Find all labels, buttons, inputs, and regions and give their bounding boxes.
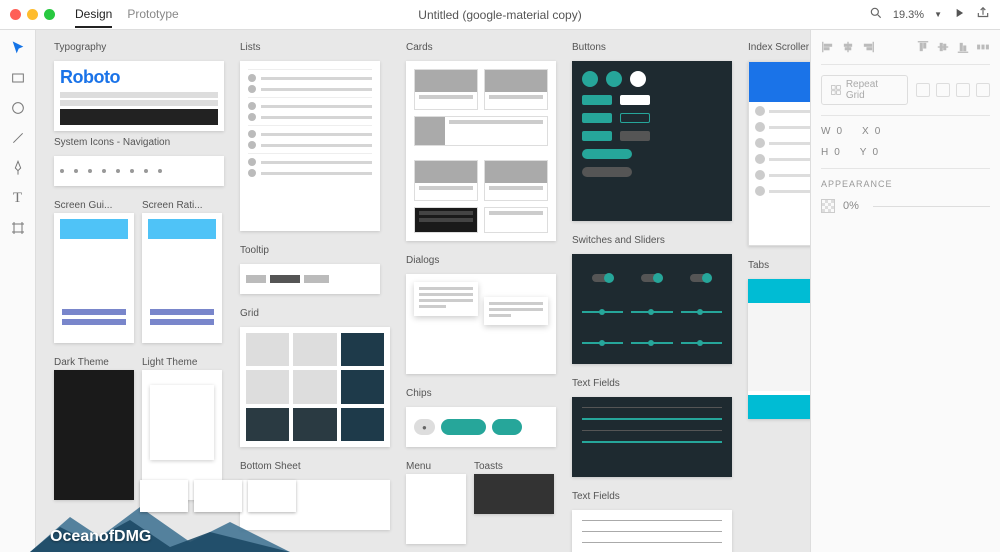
label-text-fields-2: Text Fields	[572, 491, 732, 502]
maximize-window[interactable]	[44, 9, 55, 20]
artboard-screen-guides[interactable]	[54, 213, 134, 343]
align-left-icon[interactable]	[821, 40, 835, 54]
artboard-switches[interactable]	[572, 254, 732, 364]
label-dark-theme: Dark Theme	[54, 357, 134, 368]
label-tabs-section: Tabs	[748, 260, 810, 271]
text-tool-icon[interactable]: T	[10, 190, 26, 206]
label-text-fields: Text Fields	[572, 378, 732, 389]
roboto-text: Roboto	[60, 67, 218, 88]
label-bottom-sheet: Bottom Sheet	[240, 461, 390, 472]
pathop-exclude-icon[interactable]	[976, 83, 990, 97]
minimize-window[interactable]	[27, 9, 38, 20]
artboard-cards[interactable]	[406, 61, 556, 241]
artboard-text-fields[interactable]	[572, 397, 732, 477]
label-cards: Cards	[406, 42, 556, 53]
properties-panel: Repeat Grid W 0 X 0 H 0 Y 0 APPEARANCE 0…	[810, 30, 1000, 552]
y-field[interactable]: Y 0	[860, 147, 878, 158]
label-index-scroller: Index Scroller	[748, 42, 810, 53]
align-center-v-icon[interactable]	[936, 40, 950, 54]
pathop-add-icon[interactable]	[916, 83, 930, 97]
artboard-grid[interactable]	[240, 327, 390, 447]
label-lists: Lists	[240, 42, 390, 53]
artboard-buttons[interactable]	[572, 61, 732, 221]
label-icons-nav: System Icons - Navigation	[54, 137, 224, 148]
artboard-toasts[interactable]	[474, 474, 554, 514]
height-field[interactable]: H 0	[821, 147, 840, 158]
artboard-menu[interactable]	[406, 474, 466, 544]
label-light-theme: Light Theme	[142, 357, 222, 368]
opacity-checker-icon	[821, 199, 835, 213]
window-controls	[10, 9, 55, 20]
pathop-subtract-icon[interactable]	[936, 83, 950, 97]
label-screen-guides: Screen Gui...	[54, 200, 134, 211]
select-tool-icon[interactable]	[10, 40, 26, 56]
align-bottom-icon[interactable]	[956, 40, 970, 54]
artboard-chips[interactable]: ●	[406, 407, 556, 447]
rectangle-tool-icon[interactable]	[10, 70, 26, 86]
mode-tabs: Design Prototype	[75, 2, 179, 28]
repeat-grid-label: Repeat Grid	[846, 79, 899, 101]
label-buttons: Buttons	[572, 42, 732, 53]
distribute-icon[interactable]	[976, 40, 990, 54]
label-screen-ratios: Screen Rati...	[142, 200, 222, 211]
ellipse-tool-icon[interactable]	[10, 100, 26, 116]
label-typography: Typography	[54, 42, 224, 53]
opacity-value[interactable]: 0%	[843, 200, 859, 212]
document-title: Untitled (google-material copy)	[418, 8, 581, 22]
artboard-screen-ratios[interactable]	[142, 213, 222, 343]
artboard-tabs[interactable]	[748, 279, 810, 419]
pathop-intersect-icon[interactable]	[956, 83, 970, 97]
label-grid: Grid	[240, 308, 390, 319]
share-icon[interactable]	[976, 6, 990, 23]
label-chips: Chips	[406, 388, 556, 399]
align-top-icon[interactable]	[916, 40, 930, 54]
titlebar: Design Prototype Untitled (google-materi…	[0, 0, 1000, 30]
canvas[interactable]: Typography Roboto System Icons - Navigat…	[36, 30, 810, 552]
label-tooltip: Tooltip	[240, 245, 390, 256]
play-icon[interactable]	[952, 6, 966, 23]
artboard-index-scroller[interactable]: Recently	[748, 61, 810, 246]
align-right-icon[interactable]	[861, 40, 875, 54]
repeat-grid-button[interactable]: Repeat Grid	[821, 75, 908, 105]
opacity-slider[interactable]	[873, 206, 990, 207]
artboard-dialogs[interactable]	[406, 274, 556, 374]
artboard-light-theme[interactable]	[142, 370, 222, 500]
main-area: T Typography Roboto System Icons - Navig…	[0, 30, 1000, 552]
zoom-level[interactable]: 19.3%	[893, 9, 924, 21]
chevron-down-icon[interactable]: ▼	[934, 10, 942, 19]
artboard-typography[interactable]: Roboto	[54, 61, 224, 131]
x-field[interactable]: X 0	[862, 126, 880, 137]
tab-design[interactable]: Design	[75, 2, 112, 28]
line-tool-icon[interactable]	[10, 130, 26, 146]
artboard-text-fields-2[interactable]	[572, 510, 732, 552]
pen-tool-icon[interactable]	[10, 160, 26, 176]
label-dialogs: Dialogs	[406, 255, 556, 266]
close-window[interactable]	[10, 9, 21, 20]
label-menu: Menu	[406, 461, 466, 472]
artboard-dark-theme[interactable]	[54, 370, 134, 500]
align-tools	[821, 40, 990, 54]
tool-palette: T	[0, 30, 36, 552]
width-field[interactable]: W 0	[821, 126, 842, 137]
appearance-title: APPEARANCE	[821, 179, 990, 189]
label-toasts: Toasts	[474, 461, 554, 472]
artboard-tooltip[interactable]	[240, 264, 380, 294]
artboard-bottom-sheet[interactable]	[240, 480, 390, 530]
align-center-h-icon[interactable]	[841, 40, 855, 54]
search-icon[interactable]	[869, 6, 883, 23]
artboard-lists[interactable]	[240, 61, 380, 231]
artboard-tool-icon[interactable]	[10, 220, 26, 236]
label-switches: Switches and Sliders	[572, 235, 732, 246]
titlebar-right: 19.3% ▼	[869, 6, 990, 23]
tab-prototype[interactable]: Prototype	[127, 2, 178, 28]
artboard-icons-nav[interactable]	[54, 156, 224, 186]
